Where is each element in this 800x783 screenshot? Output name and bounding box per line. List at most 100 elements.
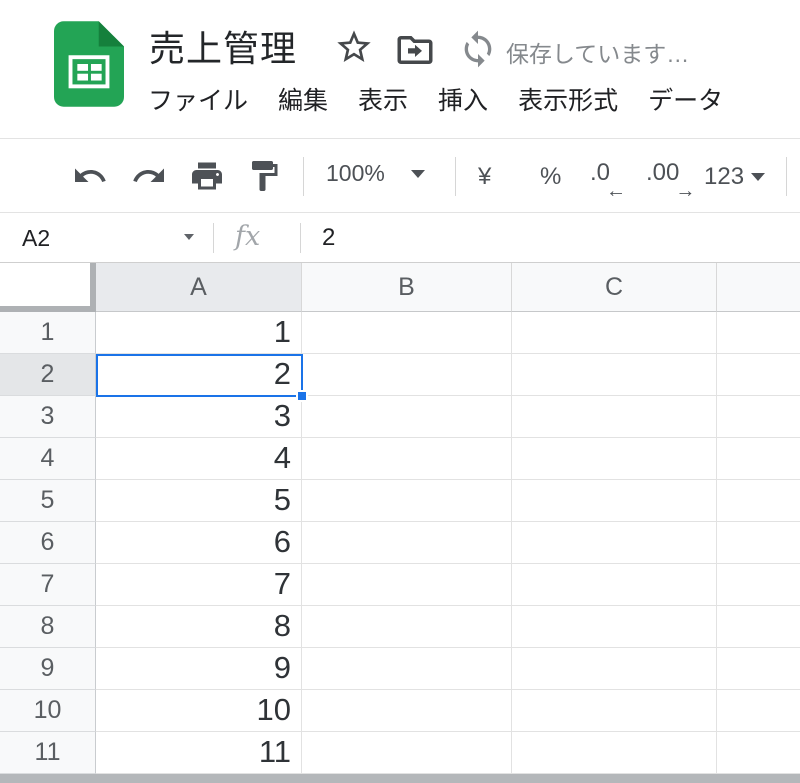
row-header-8[interactable]: 8	[0, 606, 96, 648]
format-currency-button[interactable]: ¥	[478, 163, 491, 191]
cell-A11[interactable]: 11	[96, 732, 302, 774]
cell-D10[interactable]	[717, 690, 800, 732]
cell-A5[interactable]: 5	[96, 480, 302, 522]
column-header-a[interactable]: A	[96, 263, 302, 312]
select-all-corner[interactable]	[0, 263, 96, 312]
fill-handle[interactable]	[296, 390, 308, 402]
cell-D9[interactable]	[717, 648, 800, 690]
menu-file[interactable]: ファイル	[148, 81, 248, 117]
cell-B5[interactable]	[302, 480, 512, 522]
menu-format[interactable]: 表示形式	[518, 81, 618, 117]
row-header-11[interactable]: 11	[0, 732, 96, 774]
cell-A4[interactable]: 4	[96, 438, 302, 480]
print-icon[interactable]	[189, 158, 225, 194]
cell-D3[interactable]	[717, 396, 800, 438]
chevron-down-icon	[751, 173, 765, 181]
move-to-folder-icon[interactable]	[394, 29, 436, 74]
cell-C10[interactable]	[512, 690, 717, 732]
cell-D4[interactable]	[717, 438, 800, 480]
column-header-partial[interactable]	[717, 263, 800, 312]
toolbar-divider	[303, 157, 304, 196]
grid-row-2: 22	[0, 354, 800, 396]
column-header-c[interactable]: C	[512, 263, 717, 312]
decrease-decimal-button[interactable]: .0 ←	[590, 159, 610, 187]
cell-C1[interactable]	[512, 312, 717, 354]
cell-B7[interactable]	[302, 564, 512, 606]
cell-C6[interactable]	[512, 522, 717, 564]
name-box[interactable]: A2	[0, 213, 213, 262]
star-icon[interactable]	[334, 27, 374, 70]
row-header-1[interactable]: 1	[0, 312, 96, 354]
grid-row-1: 11	[0, 312, 800, 354]
formula-bar-divider	[213, 223, 214, 253]
zoom-select[interactable]: 100%	[326, 160, 425, 187]
menu-insert[interactable]: 挿入	[438, 81, 488, 117]
cell-B8[interactable]	[302, 606, 512, 648]
cell-A10[interactable]: 10	[96, 690, 302, 732]
row-header-7[interactable]: 7	[0, 564, 96, 606]
increase-decimal-label: .00	[646, 159, 679, 186]
cell-B9[interactable]	[302, 648, 512, 690]
undo-icon[interactable]	[72, 158, 108, 194]
menu-view[interactable]: 表示	[358, 81, 408, 117]
more-formats-button[interactable]: 123	[704, 163, 765, 191]
redo-icon[interactable]	[131, 158, 167, 194]
cell-C5[interactable]	[512, 480, 717, 522]
format-percent-button[interactable]: %	[540, 163, 561, 191]
row-header-9[interactable]: 9	[0, 648, 96, 690]
row-header-10[interactable]: 10	[0, 690, 96, 732]
cell-A6[interactable]: 6	[96, 522, 302, 564]
cell-A3[interactable]: 3	[96, 396, 302, 438]
cell-A8[interactable]: 8	[96, 606, 302, 648]
cell-A2[interactable]: 2	[96, 354, 302, 396]
cell-B10[interactable]	[302, 690, 512, 732]
cell-A1[interactable]: 1	[96, 312, 302, 354]
cell-B11[interactable]	[302, 732, 512, 774]
grid-row-5: 55	[0, 480, 800, 522]
cell-B3[interactable]	[302, 396, 512, 438]
cell-B4[interactable]	[302, 438, 512, 480]
cell-A7[interactable]: 7	[96, 564, 302, 606]
grid-rows: 11223344556677889910101111	[0, 312, 800, 774]
cell-D6[interactable]	[717, 522, 800, 564]
cell-A9[interactable]: 9	[96, 648, 302, 690]
row-header-4[interactable]: 4	[0, 438, 96, 480]
cell-C3[interactable]	[512, 396, 717, 438]
sheets-logo-icon[interactable]	[54, 21, 124, 107]
row-header-6[interactable]: 6	[0, 522, 96, 564]
document-title[interactable]: 売上管理	[149, 20, 297, 72]
cell-D2[interactable]	[717, 354, 800, 396]
cell-D11[interactable]	[717, 732, 800, 774]
google-sheets-app: 売上管理 保存しています… ファイル 編集 表示 挿入 表示形式 データ	[0, 0, 800, 783]
cell-C4[interactable]	[512, 438, 717, 480]
column-header-b[interactable]: B	[302, 263, 512, 312]
grid-row-10: 1010	[0, 690, 800, 732]
cell-C11[interactable]	[512, 732, 717, 774]
cell-D7[interactable]	[717, 564, 800, 606]
toolbar: 100% ¥ % .0 ← .00 → 123	[0, 138, 800, 212]
row-header-5[interactable]: 5	[0, 480, 96, 522]
more-formats-label: 123	[704, 163, 744, 191]
paint-format-icon[interactable]	[246, 158, 282, 194]
cell-B1[interactable]	[302, 312, 512, 354]
increase-decimal-button[interactable]: .00 →	[646, 159, 679, 187]
cell-C9[interactable]	[512, 648, 717, 690]
bottom-edge	[0, 774, 800, 783]
cell-D1[interactable]	[717, 312, 800, 354]
cell-B2[interactable]	[302, 354, 512, 396]
cell-D8[interactable]	[717, 606, 800, 648]
grid-row-3: 33	[0, 396, 800, 438]
cell-C2[interactable]	[512, 354, 717, 396]
row-header-3[interactable]: 3	[0, 396, 96, 438]
formula-input[interactable]: 2	[322, 224, 790, 252]
cell-B6[interactable]	[302, 522, 512, 564]
cell-D5[interactable]	[717, 480, 800, 522]
zoom-value: 100%	[326, 160, 385, 187]
formula-bar-divider	[300, 223, 301, 253]
row-header-2[interactable]: 2	[0, 354, 96, 396]
menu-data[interactable]: データ	[648, 81, 723, 117]
formula-bar: A2 fx 2	[0, 212, 800, 263]
menu-edit[interactable]: 編集	[278, 81, 328, 117]
cell-C8[interactable]	[512, 606, 717, 648]
cell-C7[interactable]	[512, 564, 717, 606]
